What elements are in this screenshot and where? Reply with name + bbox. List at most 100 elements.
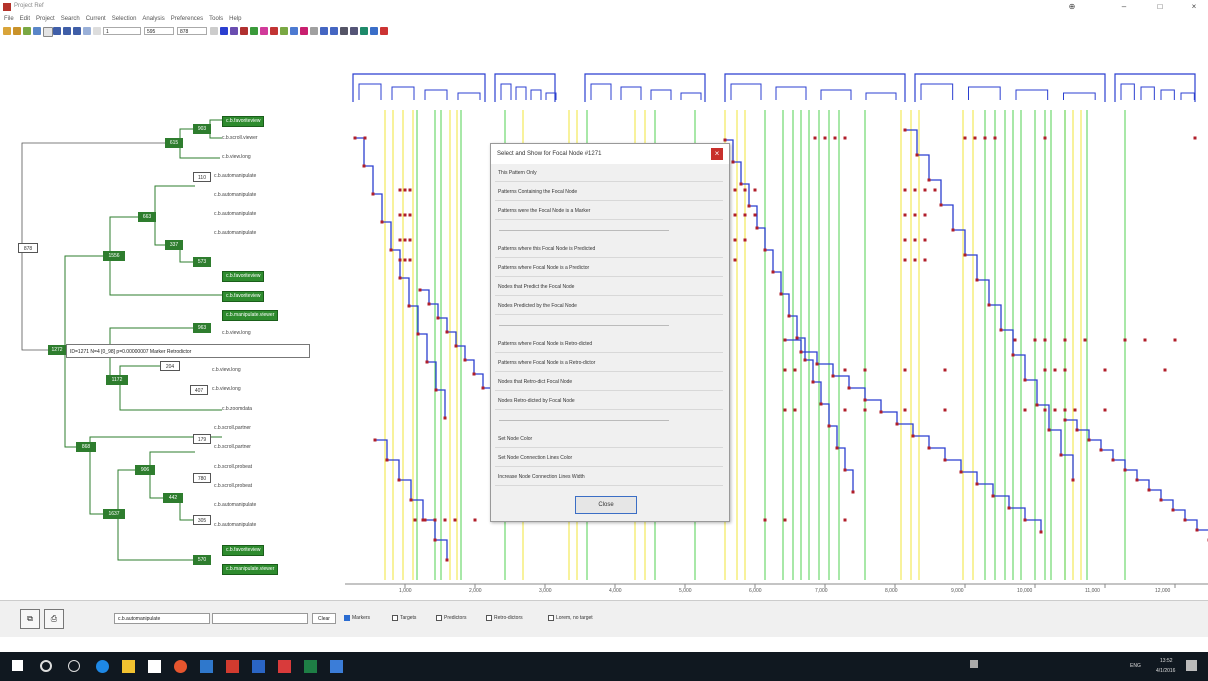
cloud-icon[interactable] (360, 27, 368, 35)
notification-icon[interactable] (1186, 660, 1197, 671)
zoom-icon[interactable] (83, 27, 91, 35)
menu-project[interactable]: Project (36, 14, 55, 25)
store-icon[interactable] (148, 660, 161, 673)
word-icon[interactable] (200, 660, 213, 673)
tree-node[interactable]: 1172 (106, 375, 128, 385)
popup-item[interactable]: Patterns Containing the Focal Node (495, 183, 723, 201)
system-tray-icons[interactable] (1000, 660, 1040, 668)
tree-leaf[interactable]: c.b.view.long (212, 366, 241, 375)
table-icon[interactable] (370, 27, 378, 35)
tree-node[interactable]: 903 (193, 124, 211, 134)
minimize-button[interactable]: – (1112, 2, 1136, 11)
popup-item[interactable]: Set Node Connection Lines Color (495, 449, 723, 467)
menu-current[interactable]: Current (86, 14, 106, 25)
tree-node[interactable]: 179 (193, 434, 211, 444)
tree-node[interactable]: 868 (76, 442, 96, 452)
tree-node-selected[interactable]: 1272 (48, 345, 66, 355)
popup-item[interactable]: This Pattern Only (495, 164, 723, 182)
tree-leaf[interactable]: c.b.manipulate.viewer (222, 310, 279, 321)
link-icon[interactable] (340, 27, 348, 35)
tree-leaf[interactable]: c.b.scroll.viewer (222, 134, 258, 143)
task-view-icon[interactable] (68, 660, 80, 672)
toolbar-field-1[interactable]: 1 (103, 27, 141, 35)
pattern-icon[interactable] (230, 27, 238, 35)
export-icon[interactable]: ⎙ (44, 609, 64, 629)
search-node-icon[interactable] (320, 27, 328, 35)
merge-icon[interactable] (350, 27, 358, 35)
pattern-plot[interactable]: 1,000 2,000 3,000 4,000 5,000 6,000 7,00… (345, 40, 1208, 600)
clear-button[interactable]: Clear (312, 613, 336, 624)
tree-leaf[interactable]: c.b.view.long (222, 153, 251, 162)
tree-node[interactable]: 663 (138, 212, 156, 222)
popup-item[interactable]: Nodes that Retro-dict Focal Node (495, 373, 723, 391)
arrow-icon[interactable] (93, 27, 101, 35)
search-icon[interactable] (40, 660, 52, 672)
app-taskbar-icon[interactable] (330, 660, 343, 673)
tree-leaf[interactable]: c.b.view.long (222, 329, 251, 338)
tree-leaf[interactable]: c.b.automanipulate (214, 501, 256, 510)
tree-node[interactable]: 442 (163, 493, 183, 503)
column-icon[interactable] (310, 27, 318, 35)
tree-leaf[interactable]: c.b.scroll.partner (214, 443, 251, 452)
chrome-icon[interactable] (174, 660, 187, 673)
tree-leaf[interactable]: c.b.automanipulate (214, 172, 256, 181)
lorem-checkbox[interactable]: Lorem, no target (548, 614, 593, 623)
tree-root-node[interactable]: 878 (18, 243, 38, 253)
menu-edit[interactable]: Edit (20, 14, 30, 25)
popup-item[interactable]: Patterns where Focal Node is a Retro-dic… (495, 354, 723, 372)
tree-leaf[interactable]: c.b.favoriteview (222, 271, 265, 282)
check-icon[interactable] (300, 27, 308, 35)
toolbar-field-2[interactable]: 595 (144, 27, 174, 35)
markers-checkbox[interactable]: Markers (344, 614, 370, 623)
menu-preferences[interactable]: Preferences (171, 14, 203, 25)
tree-leaf[interactable]: c.b.zoomdata (222, 405, 252, 414)
stats-icon[interactable] (280, 27, 288, 35)
tree-node[interactable]: 570 (193, 555, 211, 565)
tree-leaf[interactable]: c.b.scroll.probeat (214, 482, 252, 491)
grid-icon[interactable] (53, 27, 61, 35)
tree-leaf[interactable]: c.b.automanipulate (214, 191, 256, 200)
pin-icon[interactable]: ⊕ (1060, 2, 1084, 11)
node-select[interactable]: c.b.automanipulate (114, 613, 210, 624)
popup-item[interactable]: Patterns where Focal Node is Retro-dicte… (495, 335, 723, 353)
graph-icon[interactable] (240, 27, 248, 35)
tree-node[interactable]: 407 (190, 385, 208, 395)
targets-checkbox[interactable]: Targets (392, 614, 416, 623)
popup-item[interactable]: Patterns were the Focal Node is a Marker (495, 202, 723, 220)
menu-selection[interactable]: Selection (112, 14, 137, 25)
open-icon[interactable] (13, 27, 21, 35)
popup-item[interactable]: Increase Node Connection Lines Width (495, 468, 723, 486)
tree-node[interactable]: 963 (193, 323, 211, 333)
explorer-icon[interactable] (122, 660, 135, 673)
menu-search[interactable]: Search (61, 14, 80, 25)
start-icon[interactable] (12, 660, 23, 671)
tree-leaf[interactable]: c.b.favoriteview (222, 291, 265, 302)
popup-item[interactable]: Patterns where this Focal Node is Predic… (495, 240, 723, 258)
toolbar-field-3[interactable]: 878 (177, 27, 207, 35)
menu-tools[interactable]: Tools (209, 14, 223, 25)
tree-node[interactable]: 305 (193, 515, 211, 525)
tree-node[interactable]: 1556 (103, 251, 125, 261)
layout-icon[interactable] (63, 27, 71, 35)
save-icon[interactable] (33, 27, 41, 35)
tree-node[interactable]: 780 (193, 473, 211, 483)
window-layout-icon[interactable]: ⧉ (20, 609, 40, 629)
popup-item[interactable]: Patterns where Focal Node is a Predictor (495, 259, 723, 277)
window-icon[interactable] (73, 27, 81, 35)
popup-item[interactable]: Set Node Color (495, 430, 723, 448)
stop-icon[interactable] (380, 27, 388, 35)
popup-item[interactable]: Nodes that Predict the Focal Node (495, 278, 723, 296)
popup-close-button[interactable]: Close (575, 496, 637, 514)
page-icon[interactable] (43, 27, 53, 37)
tree-node[interactable]: 204 (160, 361, 180, 371)
people-icon[interactable] (970, 660, 978, 668)
tree-node[interactable]: 906 (135, 465, 155, 475)
popup-item[interactable]: Nodes Predicted by the Focal Node (495, 297, 723, 315)
search-pattern-icon[interactable] (330, 27, 338, 35)
excel-icon[interactable] (304, 660, 317, 673)
flag-icon[interactable] (270, 27, 278, 35)
tree-leaf[interactable]: c.b.favoriteview (222, 545, 265, 556)
filter-icon[interactable] (290, 27, 298, 35)
tree-leaf[interactable]: c.b.scroll.partner (214, 424, 251, 433)
pointer-icon[interactable] (220, 27, 228, 35)
